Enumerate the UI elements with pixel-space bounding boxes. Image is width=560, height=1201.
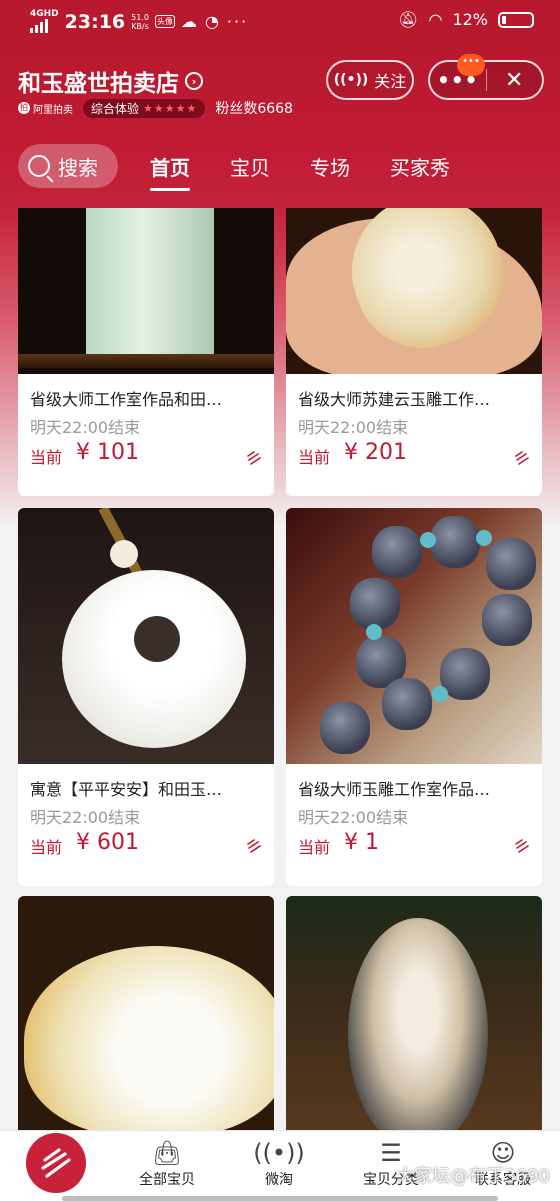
auction-end-time: 明天22:00结束	[298, 418, 409, 437]
auction-logo-icon	[41, 1148, 71, 1178]
wifi-icon: ◠	[428, 10, 443, 29]
tab-items[interactable]: 宝贝	[230, 152, 270, 181]
shop-header: 和玉盛世拍卖店 › 拍 阿里拍卖 综合体验 ★★★★★ 粉丝数6668 ((•)…	[0, 44, 560, 208]
tab-home[interactable]: 首页	[150, 152, 190, 191]
battery-percent: 12%	[452, 10, 488, 29]
product-image	[18, 208, 274, 374]
product-card[interactable]: 省级大师工作室作品和田… 明天22:00结束 当前 ¥ 101	[18, 208, 274, 496]
current-price: ¥ 601	[76, 830, 139, 855]
notification-dot: •••	[457, 54, 485, 76]
compass-icon: ◔	[204, 12, 221, 31]
price-label: 当前	[298, 448, 331, 467]
shop-name: 和玉盛世拍卖店	[18, 71, 179, 97]
product-image	[286, 896, 542, 1130]
app-notification-icon: 头像	[154, 15, 175, 28]
product-image	[286, 208, 542, 374]
mute-icon: 🔕︎	[398, 10, 419, 29]
product-title: 寓意【平平安安】和田玉…	[30, 780, 223, 799]
cloud-icon: ☁	[180, 12, 199, 31]
nav-weitao[interactable]: ((•)) 微淘	[234, 1137, 324, 1189]
auction-logo-icon: 拍	[18, 102, 30, 114]
product-image	[18, 508, 274, 764]
tab-buyer-show[interactable]: 买家秀	[390, 152, 450, 181]
shop-name-link[interactable]: 和玉盛世拍卖店 ›	[18, 64, 203, 98]
product-image	[286, 508, 542, 764]
rating-badge: 综合体验 ★★★★★	[83, 98, 206, 118]
price-label: 当前	[298, 838, 331, 857]
auction-end-time: 明天22:00结束	[30, 808, 141, 827]
product-title: 省级大师玉雕工作室作品…	[298, 780, 491, 799]
product-card[interactable]	[18, 896, 274, 1130]
gavel-icon	[247, 839, 261, 853]
status-bar: 4GHD 23:16 51.0 KB/s 头像 ☁ ◔ ··· 🔕︎ ◠ 12%	[0, 0, 560, 44]
battery-icon	[498, 11, 534, 28]
shop-meta: 拍 阿里拍卖 综合体验 ★★★★★ 粉丝数6668	[18, 98, 293, 118]
network-speed: 51.0 KB/s	[131, 12, 149, 31]
status-right: 🔕︎ ◠ 12%	[398, 10, 534, 29]
gesture-handle[interactable]	[62, 1196, 498, 1201]
gavel-icon	[515, 451, 529, 465]
product-title: 省级大师工作室作品和田…	[30, 390, 223, 409]
star-rating-icon: ★★★★★	[143, 101, 198, 115]
current-price: ¥ 1	[344, 830, 379, 855]
price-label: 当前	[30, 838, 63, 857]
status-left: 4GHD 23:16 51.0 KB/s 头像 ☁ ◔ ···	[30, 10, 248, 33]
fans-count: 粉丝数6668	[215, 101, 293, 117]
search-button[interactable]: 搜索	[18, 144, 118, 188]
gavel-icon	[515, 839, 529, 853]
price-label: 当前	[30, 448, 63, 467]
product-card[interactable]: 省级大师玉雕工作室作品… 明天22:00结束 当前 ¥ 1	[286, 508, 542, 886]
broadcast-icon: ((•))	[253, 1139, 305, 1167]
tab-sessions[interactable]: 专场	[310, 152, 350, 181]
status-more: ···	[226, 12, 249, 31]
signal-icon	[30, 19, 59, 33]
auction-end-time: 明天22:00结束	[298, 808, 409, 827]
network-badge: 4GHD	[30, 10, 59, 33]
current-price: ¥ 101	[76, 440, 139, 465]
shop-home-button[interactable]	[26, 1133, 86, 1193]
shopping-bag-icon: 👜︎	[151, 1139, 183, 1167]
follow-button[interactable]: ((•)) 关注	[326, 60, 414, 100]
shop-tabs: 搜索 首页 宝贝 专场 买家秀	[0, 144, 560, 194]
search-icon	[28, 155, 50, 177]
product-title: 省级大师苏建云玉雕工作…	[298, 390, 491, 409]
product-image	[18, 896, 274, 1130]
auction-end-time: 明天22:00结束	[30, 418, 141, 437]
product-grid: 省级大师工作室作品和田… 明天22:00结束 当前 ¥ 101 省级大师苏建云玉…	[0, 208, 560, 1130]
clock: 23:16	[64, 10, 126, 33]
product-card[interactable]	[286, 896, 542, 1130]
nav-all-items[interactable]: 👜︎ 全部宝贝	[122, 1137, 212, 1189]
platform-badge: 拍 阿里拍卖	[18, 102, 73, 116]
broadcast-icon: ((•))	[333, 72, 369, 88]
product-card[interactable]: 寓意【平平安安】和田玉… 明天22:00结束 当前 ¥ 601	[18, 508, 274, 886]
chevron-right-icon: ›	[185, 72, 203, 90]
gavel-icon	[247, 451, 261, 465]
close-button[interactable]: ✕	[486, 68, 542, 93]
product-card[interactable]: 省级大师苏建云玉雕工作… 明天22:00结束 当前 ¥ 201	[286, 208, 542, 496]
watermark: 大家坛@布丁3690	[396, 1166, 550, 1187]
mini-program-capsule: ••• ✕	[428, 60, 544, 100]
current-price: ¥ 201	[344, 440, 407, 465]
